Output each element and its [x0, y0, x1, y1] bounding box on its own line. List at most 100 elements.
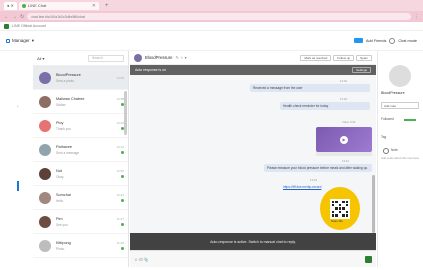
filter-dropdown[interactable]: All ▾: [37, 56, 45, 61]
video-caption-bar: [316, 152, 372, 156]
video-meta: Video 0:32: [342, 120, 356, 124]
conversation-item[interactable]: Pathavee Sent a message 13:12: [33, 138, 128, 162]
auto-response-banner: Auto response is on Settings: [130, 65, 376, 75]
menu-icon[interactable]: ⋮: [414, 14, 419, 20]
line-icon: [4, 23, 9, 29]
conversation-meta: 12:50: [116, 169, 124, 178]
conversation-time: 11:47: [116, 217, 124, 221]
profile-row-tag[interactable]: Tag: [381, 135, 386, 139]
conversation-name: Kittipong: [56, 240, 71, 245]
chevron-down-icon: ▾: [31, 37, 35, 43]
conversation-name: Pim: [56, 216, 63, 221]
avatar: [39, 167, 51, 180]
forward-icon[interactable]: →: [12, 14, 17, 20]
qr-code-image[interactable]: [320, 187, 360, 230]
conversation-preview: See you: [56, 222, 68, 227]
url-field[interactable]: chat.line.biz/U0a1b2c3d4e5f6/chat: [27, 13, 411, 20]
conversation-meta: 14:05: [116, 76, 124, 80]
profile-row-followed: Followed: [381, 117, 394, 121]
list-toolbar: All ▾ Search: [33, 51, 128, 66]
tab-label: ● ✕: [7, 3, 14, 8]
qr-label: Scan Me: [331, 219, 343, 223]
conversation-item[interactable]: Pim See you 11:47: [33, 210, 128, 234]
conversation-item[interactable]: Somchai Hello 12:31: [33, 186, 128, 210]
unread-dot-icon: [121, 175, 124, 178]
add-note-button[interactable]: Add note: [381, 102, 419, 109]
browser-tab-strip: ● ✕ LINE Chat ✕ +: [0, 0, 423, 11]
conversation-time: 11:20: [116, 241, 124, 245]
chat-mode-icon: [389, 37, 396, 44]
list-scrollbar[interactable]: [124, 91, 127, 135]
app-header: Manager ▾ Add Friends Chat mode: [0, 31, 423, 51]
conversation-body: Pathavee Sent a message: [56, 145, 116, 155]
conversation-time: 13:40: [116, 121, 124, 125]
conversation-meta: 11:20: [117, 241, 124, 250]
avatar: [39, 95, 51, 108]
conversation-name: Ploy: [56, 120, 64, 125]
manual-chat-notice: Auto-response is active. Switch to manua…: [130, 233, 376, 250]
conversation-body: Somchai Hello: [56, 193, 116, 203]
chat-header-icons[interactable]: ✎ ☆ ▾: [175, 55, 186, 60]
profile-name: BloodPressure: [381, 91, 405, 95]
tab-favicon-icon: [21, 3, 26, 8]
video-message[interactable]: ▶: [316, 127, 372, 152]
nav-indicator: [17, 181, 19, 191]
search-input[interactable]: Search: [88, 54, 124, 62]
close-icon[interactable]: ✕: [92, 3, 96, 9]
conversation-preview: Sticker: [56, 102, 66, 107]
conversation-body: Ploy Thank you: [56, 121, 116, 131]
conversation-time: 12:50: [116, 169, 124, 173]
chat-panel: BloodPressure ✎ ☆ ▾ Mark as resolved Fol…: [130, 51, 376, 267]
resolve-button[interactable]: Mark as resolved: [300, 54, 332, 61]
conversation-name: BloodPressure: [56, 72, 81, 77]
conversation-name: Maliwan Chatree: [56, 96, 85, 101]
conversation-preview: Okay: [56, 174, 64, 179]
conversation-meta: 12:31: [116, 193, 124, 202]
chat-header: BloodPressure ✎ ☆ ▾ Mark as resolved Fol…: [130, 51, 376, 65]
chat-actions: Mark as resolved Follow up Spam: [300, 54, 372, 61]
compose-tools-icons[interactable]: ☺ ⊡ 📎: [134, 257, 149, 262]
profile-note-text: Add notes about this user here.: [381, 156, 420, 160]
avatar: [39, 215, 51, 228]
add-friends-link[interactable]: Add Friends: [366, 39, 386, 43]
account-switcher[interactable]: Manager ▾: [6, 38, 34, 44]
conversation-meta: 13:12: [116, 145, 124, 154]
account-icon: [6, 38, 10, 43]
send-button[interactable]: [365, 255, 372, 263]
back-icon[interactable]: ←: [4, 14, 9, 20]
conversation-item[interactable]: Maliwan Chatree Sticker 13:58: [33, 90, 128, 114]
conversation-preview: Sent a message: [56, 150, 80, 155]
message-time: 13:44: [310, 178, 317, 182]
new-tab-button[interactable]: +: [105, 3, 109, 9]
spam-button[interactable]: Spam: [356, 54, 372, 61]
bookmark-link[interactable]: LINE Official Account: [12, 24, 46, 28]
follow-up-button[interactable]: Follow up: [333, 54, 355, 61]
banner-settings-button[interactable]: Settings: [352, 67, 371, 73]
message-time: 13:20: [340, 97, 347, 101]
conversation-body: Pim See you: [56, 217, 117, 227]
play-icon[interactable]: ▶: [340, 135, 348, 144]
note-icon: [383, 148, 389, 154]
conversation-item[interactable]: Ploy Thank you 13:40: [33, 114, 128, 138]
feed-scrollbar[interactable]: [372, 175, 375, 233]
qr-code-icon: [330, 198, 350, 219]
browser-tab[interactable]: ● ✕: [4, 1, 17, 10]
message-bubble: Received a message from the user: [250, 84, 370, 93]
conversation-name: Pathavee: [56, 144, 73, 149]
reload-icon[interactable]: ↻: [20, 14, 24, 20]
conversation-item[interactable]: BloodPressure Sent a photo 14:05: [33, 66, 128, 90]
conversation-item[interactable]: Nut Okay 12:50: [33, 162, 128, 186]
collapse-icon[interactable]: ‹: [17, 104, 19, 110]
browser-tab-active[interactable]: LINE Chat ✕: [18, 1, 99, 10]
chat-mode-link[interactable]: Chat mode: [398, 39, 417, 43]
conversation-item[interactable]: Kittipong Photo 11:20: [33, 234, 128, 258]
conversation-time: 12:31: [116, 193, 124, 197]
compose-bar: ☺ ⊡ 📎: [130, 250, 376, 267]
conversation-body: Kittipong Photo: [56, 241, 117, 251]
profile-row-note[interactable]: Note: [391, 148, 398, 152]
unread-dot-icon: [121, 223, 124, 226]
unread-dot-icon: [121, 199, 124, 202]
avatar: [39, 191, 51, 204]
profile-panel: BloodPressure Add note Followed Tag Note…: [377, 51, 423, 267]
conversation-meta: 11:47: [117, 217, 124, 226]
